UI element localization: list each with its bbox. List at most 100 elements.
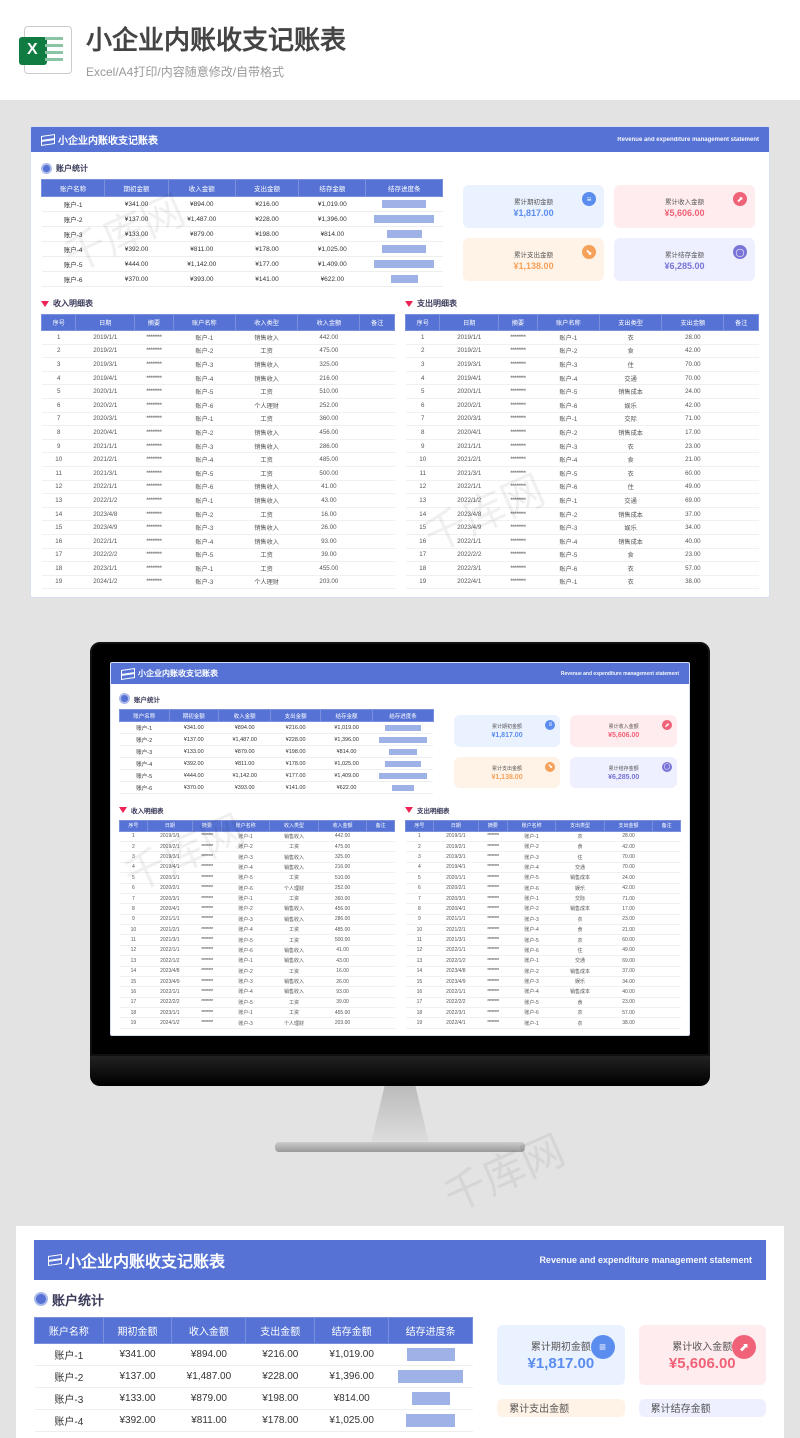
table-row: 182023/1/1********账户-1工资455.00 (42, 562, 395, 576)
table-row: 162022/1/1********账户-4销售收入93.00 (120, 987, 395, 997)
card-label: 累计收入金额 (672, 1338, 732, 1353)
table-row: 122022/1/1********账户-6住49.00 (406, 945, 681, 955)
col-header: 账户名称 (537, 315, 599, 331)
sheet-title: 小企业内账收支记账表 (58, 132, 158, 147)
table-row: 42019/4/1********账户-4销售收入216.00 (120, 862, 395, 872)
table-row: 22019/2/1********账户-2食42.00 (406, 842, 681, 852)
col-header: 序号 (42, 315, 76, 331)
progress-bar (382, 200, 426, 208)
card-value: ¥5,606.00 (669, 1355, 736, 1372)
table-row: 132022/1/2********账户-1交通69.00 (406, 494, 759, 508)
summary-card: ≡累计期初金额¥1,817.00 (454, 715, 561, 747)
table-row: 12019/1/1********账户-1销售收入442.00 (42, 331, 395, 345)
section-header: 收入明细表 (119, 805, 395, 815)
table-row: 32019/3/1********账户-3住70.00 (406, 852, 681, 862)
section-account-stats: 账户统计 (41, 163, 759, 174)
sheet-titlebar: 小企业内账收支记账表Revenue and expenditure manage… (111, 663, 689, 684)
card-icon: ⬊ (545, 762, 555, 772)
table-row: 142023/4/8********账户-2工资16.00 (42, 507, 395, 521)
table-row: 172022/2/2********账户-5工资39.00 (120, 997, 395, 1007)
summary-card: ◯累计结存金额¥6,285.00 (614, 238, 755, 281)
table-row: 账户-4¥392.00¥811.00¥178.00¥1,025.00 (120, 758, 434, 770)
table-row: 132022/1/2********账户-1交通69.00 (406, 956, 681, 966)
table-row: 152023/4/9********账户-3销售收入26.00 (120, 976, 395, 986)
col-header: 账户名称 (173, 315, 235, 331)
table-row: 22019/2/1********账户-2工资475.00 (42, 344, 395, 358)
table-row: 182022/3/1********账户-6衣57.00 (406, 562, 759, 576)
card-value: ¥1,138.00 (491, 774, 522, 781)
col-header: 备注 (367, 821, 395, 831)
table-row: 92021/1/1********账户-3销售收入286.00 (120, 914, 395, 924)
sheet-title-en: Revenue and expenditure management state… (617, 137, 759, 143)
table-row: 52020/1/1********账户-5销售成本24.00 (406, 873, 681, 883)
progress-bar (382, 245, 426, 253)
card-icon: ⬈ (732, 1335, 756, 1359)
page-subtitle: Excel/A4打印/内容随意修改/自带格式 (86, 63, 346, 80)
progress-bar (379, 737, 427, 743)
col-header: 账户名称 (42, 180, 105, 197)
summary-card: ⬈累计收入金额¥5,606.00 (614, 185, 755, 228)
table-row: 162022/1/1********账户-4销售成本40.00 (406, 534, 759, 548)
table-row: 72020/3/1********账户-1交际71.00 (406, 893, 681, 903)
table-row: 132022/1/2********账户-1销售收入43.00 (120, 956, 395, 966)
card-label: 累计期初金额 (492, 723, 522, 730)
table-row: 账户-2¥137.00¥1,487.00¥228.00¥1,396.00 (42, 212, 443, 227)
col-header: 结存进度条 (373, 710, 433, 722)
table-row: 172022/2/2********账户-5工资39.00 (42, 548, 395, 562)
income-detail-table: 收入明细表序号日期摘要账户名称收入类型收入金额备注12019/1/1******… (119, 802, 395, 1029)
card-value: ¥1,817.00 (528, 1355, 595, 1372)
summary-card: ⬈累计收入金额 ¥5,606.00 (639, 1325, 766, 1386)
col-header: 结存进度条 (366, 180, 443, 197)
table-row: 22019/2/1********账户-2食42.00 (406, 344, 759, 358)
col-header: 支出类型 (599, 315, 661, 331)
card-value: ¥6,285.00 (608, 774, 639, 781)
progress-bar (385, 761, 421, 767)
table-row: 32019/3/1********账户-3销售收入325.00 (120, 852, 395, 862)
progress-bar (374, 215, 434, 223)
table-row: 账户-1¥341.00¥894.00¥216.00¥1,019.00 (35, 1343, 473, 1365)
table-row: 162022/1/1********账户-4销售成本40.00 (406, 987, 681, 997)
table-row: 112021/3/1********账户-5衣60.00 (406, 935, 681, 945)
table-row: 172022/2/2********账户-5食23.00 (406, 997, 681, 1007)
col-header: 摘要 (478, 821, 507, 831)
spreadsheet-zoom: 小企业内账收支记账表 Revenue and expenditure manag… (16, 1226, 784, 1438)
table-row: 112021/3/1********账户-5衣60.00 (406, 466, 759, 480)
section-header: 支出明细表 (405, 805, 681, 815)
col-header: 账户名称 (35, 1317, 104, 1343)
card-label: 累计支出金额 (514, 249, 553, 259)
card-label: 累计支出金额 (509, 1400, 569, 1415)
table-row: 账户-6¥370.00¥393.00¥141.00¥622.00 (42, 272, 443, 287)
progress-bar (385, 725, 420, 731)
col-header: 备注 (653, 821, 681, 831)
progress-bar (398, 1370, 464, 1383)
table-row: 192022/4/1********账户-1衣38.00 (406, 1018, 681, 1028)
card-label: 累计支出金额 (492, 765, 522, 772)
card-icon: ≡ (545, 720, 555, 730)
stack-icon (121, 669, 133, 679)
table-row: 192022/4/1********账户-1衣38.00 (406, 575, 759, 589)
stack-icon (48, 1255, 60, 1265)
preview-canvas: 小企业内账收支记账表 Revenue and expenditure manage… (0, 100, 800, 1198)
table-row: 182023/1/1********账户-1工资455.00 (120, 1008, 395, 1018)
bullet-icon (34, 1292, 48, 1306)
table-row: 62020/2/1********账户-6娱乐42.00 (406, 398, 759, 412)
table-row: 账户-5¥444.00¥1,142.00¥177.00¥1,409.00 (42, 257, 443, 272)
col-header: 支出金额 (235, 180, 298, 197)
table-row: 102021/2/1********账户-4食21.00 (406, 453, 759, 467)
table-row: 42019/4/1********账户-4交通70.00 (406, 862, 681, 872)
summary-card: 累计支出金额 (497, 1399, 624, 1417)
card-icon: ≡ (582, 192, 596, 206)
summary-card: ⬈累计收入金额¥5,606.00 (570, 715, 677, 747)
col-header: 备注 (724, 315, 759, 331)
card-value: ¥1,817.00 (514, 208, 554, 218)
col-header: 备注 (360, 315, 395, 331)
expense-detail-table: 支出明细表序号日期摘要账户名称支出类型支出金额备注12019/1/1******… (405, 295, 759, 589)
sheet-title-en: Revenue and expenditure management state… (561, 671, 679, 677)
table-row: 52020/1/1********账户-5工资510.00 (120, 873, 395, 883)
triangle-icon (41, 301, 49, 307)
summary-card: 累计结存金额 (639, 1399, 766, 1417)
monitor-mockup: 小企业内账收支记账表Revenue and expenditure manage… (90, 642, 710, 1152)
card-value: ¥5,606.00 (608, 732, 639, 739)
col-header: 支出金额 (604, 821, 652, 831)
table-row: 102021/2/1********账户-4食21.00 (406, 925, 681, 935)
